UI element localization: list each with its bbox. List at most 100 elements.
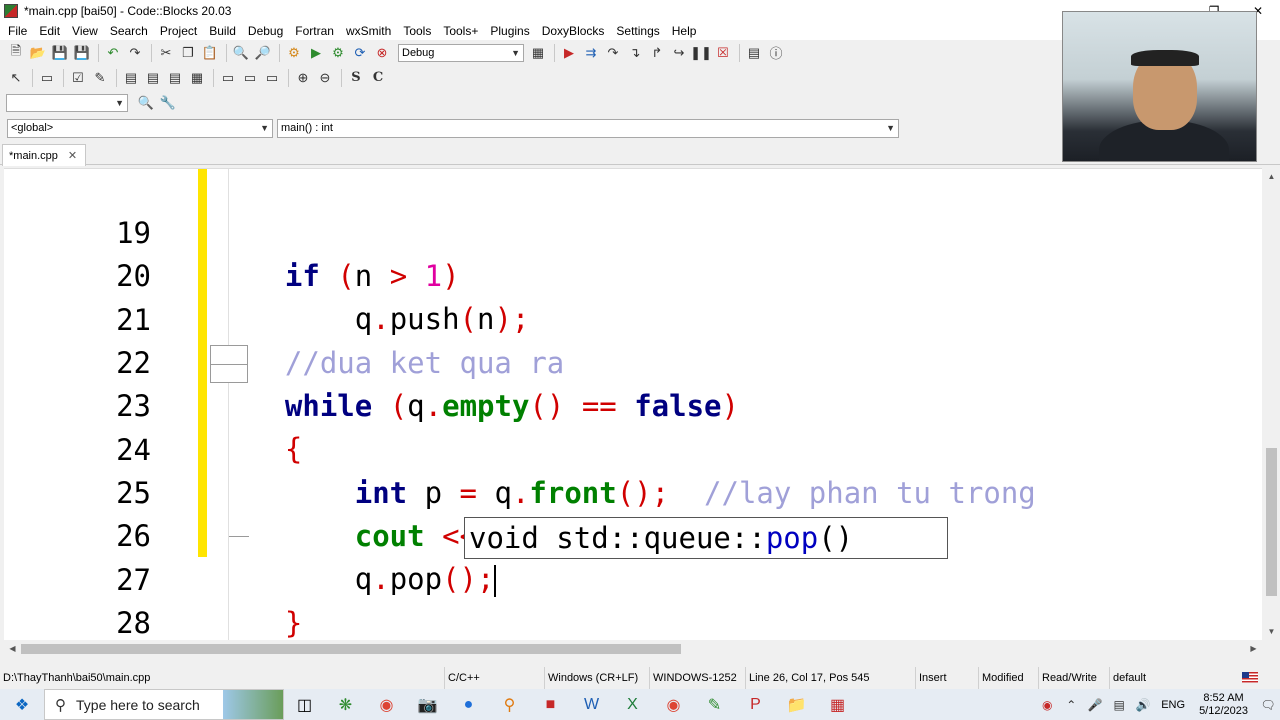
save-icon[interactable]: 💾 bbox=[50, 43, 70, 63]
tab-main-cpp[interactable]: *main.cpp ✕ bbox=[2, 144, 86, 166]
search-go-icon[interactable]: 🔍 bbox=[136, 93, 156, 113]
scroll-left-icon[interactable]: ◀ bbox=[4, 640, 21, 657]
close-icon[interactable]: ✕ bbox=[68, 149, 77, 162]
search-app-icon[interactable]: ⚲ bbox=[489, 689, 530, 720]
notifications-icon[interactable]: 🗨 bbox=[1256, 689, 1280, 720]
cut-icon[interactable]: ✂ bbox=[156, 43, 176, 63]
powerpoint-icon[interactable]: P bbox=[735, 689, 776, 720]
menu-doxyblocks[interactable]: DoxyBlocks bbox=[536, 22, 611, 40]
scroll-down-icon[interactable]: ▼ bbox=[1263, 623, 1280, 640]
menu-search[interactable]: Search bbox=[104, 22, 154, 40]
record-icon[interactable]: ◉ bbox=[1035, 689, 1059, 720]
replace-icon[interactable]: 🔎 bbox=[253, 43, 273, 63]
tool-app-icon[interactable]: ❋ bbox=[325, 689, 366, 720]
paste-icon[interactable]: 📋 bbox=[200, 43, 220, 63]
camera-app-icon[interactable]: 📷 bbox=[407, 689, 448, 720]
find-icon[interactable]: 🔍 bbox=[231, 43, 251, 63]
debug-info-icon[interactable]: ⓘ bbox=[766, 43, 786, 63]
border-icon[interactable]: ▭ bbox=[262, 68, 282, 88]
red-app-icon[interactable]: ■ bbox=[530, 689, 571, 720]
menu-tools[interactable]: Tools bbox=[397, 22, 437, 40]
menu-project[interactable]: Project bbox=[154, 22, 203, 40]
menu-tools-plus[interactable]: Tools+ bbox=[437, 22, 484, 40]
excel-icon[interactable]: X bbox=[612, 689, 653, 720]
network-icon[interactable]: ▤ bbox=[1107, 689, 1131, 720]
taskbar-clock[interactable]: 8:52 AM 5/12/2023 bbox=[1191, 692, 1256, 718]
pointer-icon[interactable]: ↖ bbox=[6, 68, 26, 88]
status-encoding: WINDOWS-1252 bbox=[649, 667, 744, 689]
next-line-icon[interactable]: ↷ bbox=[603, 43, 623, 63]
code-search-select[interactable]: ▼ bbox=[6, 93, 128, 112]
menu-file[interactable]: File bbox=[2, 22, 33, 40]
spacer-icon[interactable]: ▭ bbox=[240, 68, 260, 88]
rebuild-icon[interactable]: ⟳ bbox=[350, 43, 370, 63]
panel-icon[interactable]: ▭ bbox=[218, 68, 238, 88]
zoom-out-icon[interactable]: ⊖ bbox=[315, 68, 335, 88]
horizontal-scroll-thumb[interactable] bbox=[21, 644, 681, 654]
word-icon[interactable]: W bbox=[571, 689, 612, 720]
code-editor[interactable]: 19 if (n > 1) 20 q.push(n); 21 //dua ket… bbox=[4, 168, 1262, 640]
vertical-scroll-thumb[interactable] bbox=[1266, 448, 1277, 596]
notepad-plus-icon[interactable]: ✎ bbox=[694, 689, 735, 720]
target-options-icon[interactable]: ▦ bbox=[528, 43, 548, 63]
codeblocks-taskbar-icon[interactable]: ▦ bbox=[817, 689, 858, 720]
sizer-icon[interactable]: ▤ bbox=[121, 68, 141, 88]
run-icon[interactable]: ▶ bbox=[306, 43, 326, 63]
build-gear-icon[interactable]: ⚙ bbox=[284, 43, 304, 63]
build-target-select[interactable]: Debug ▼ bbox=[398, 43, 524, 62]
input-language[interactable]: ENG bbox=[1155, 699, 1191, 711]
box-sizer-icon[interactable]: ▤ bbox=[143, 68, 163, 88]
vertical-scrollbar[interactable]: ▲ ▼ bbox=[1263, 168, 1280, 640]
undo-icon[interactable]: ↶ bbox=[103, 43, 123, 63]
stop-debug-icon[interactable]: ☒ bbox=[713, 43, 733, 63]
chrome-icon[interactable]: ◉ bbox=[366, 689, 407, 720]
copy-icon[interactable]: ❐ bbox=[178, 43, 198, 63]
flex-sizer-icon[interactable]: ▦ bbox=[187, 68, 207, 88]
abort-icon[interactable]: ⊗ bbox=[372, 43, 392, 63]
menu-plugins[interactable]: Plugins bbox=[484, 22, 535, 40]
debug-start-icon[interactable]: ▶ bbox=[559, 43, 579, 63]
horizontal-scrollbar[interactable]: ◀ ▶ bbox=[4, 640, 1262, 657]
run-to-cursor-icon[interactable]: ⇉ bbox=[581, 43, 601, 63]
redo-icon[interactable]: ↷ bbox=[125, 43, 145, 63]
status-read-write: Read/Write bbox=[1038, 667, 1109, 689]
s-icon[interactable]: S bbox=[346, 68, 366, 88]
zalo-icon[interactable]: ● bbox=[448, 689, 489, 720]
c-icon[interactable]: C bbox=[368, 68, 388, 88]
chevron-up-icon[interactable]: ⌃ bbox=[1059, 689, 1083, 720]
menu-build[interactable]: Build bbox=[203, 22, 242, 40]
next-instruction-icon[interactable]: ↪ bbox=[669, 43, 689, 63]
pause-icon[interactable]: ❚❚ bbox=[690, 43, 712, 63]
menu-debug[interactable]: Debug bbox=[242, 22, 289, 40]
scroll-up-icon[interactable]: ▲ bbox=[1263, 168, 1280, 185]
file-explorer-icon[interactable]: 📁 bbox=[776, 689, 817, 720]
menu-wxsmith[interactable]: wxSmith bbox=[340, 22, 397, 40]
chrome-profile-icon[interactable]: ◉ bbox=[653, 689, 694, 720]
menu-help[interactable]: Help bbox=[666, 22, 703, 40]
menu-edit[interactable]: Edit bbox=[33, 22, 66, 40]
taskbar-search-box[interactable]: ⚲ Type here to search bbox=[44, 689, 284, 720]
namespace-select[interactable]: <global> ▼ bbox=[7, 118, 273, 138]
build-and-run-icon[interactable]: ⚙ bbox=[328, 43, 348, 63]
step-out-icon[interactable]: ↱ bbox=[647, 43, 667, 63]
frame-icon[interactable]: ▭ bbox=[37, 68, 57, 88]
task-view-icon[interactable]: ◫ bbox=[284, 689, 325, 720]
step-into-icon[interactable]: ↴ bbox=[625, 43, 645, 63]
edit-widget-icon[interactable]: ✎ bbox=[90, 68, 110, 88]
menu-fortran[interactable]: Fortran bbox=[289, 22, 340, 40]
grid-sizer-icon[interactable]: ▤ bbox=[165, 68, 185, 88]
windows-start-icon[interactable]: ❖ bbox=[0, 689, 44, 720]
save-all-icon[interactable]: 💾 bbox=[72, 43, 92, 63]
volume-icon[interactable]: 🔊 bbox=[1131, 689, 1155, 720]
open-folder-icon[interactable]: 📂 bbox=[28, 43, 48, 63]
checkbox-widget-icon[interactable]: ☑ bbox=[68, 68, 88, 88]
zoom-in-icon[interactable]: ⊕ bbox=[293, 68, 313, 88]
microphone-icon[interactable]: 🎤 bbox=[1083, 689, 1107, 720]
search-options-icon[interactable]: 🔧 bbox=[158, 93, 178, 113]
debug-windows-icon[interactable]: ▤ bbox=[744, 43, 764, 63]
scroll-right-icon[interactable]: ▶ bbox=[1245, 640, 1262, 657]
new-file-icon[interactable]: 🗎 bbox=[6, 43, 26, 63]
menu-view[interactable]: View bbox=[66, 22, 104, 40]
function-select[interactable]: main() : int ▼ bbox=[277, 118, 899, 138]
menu-settings[interactable]: Settings bbox=[610, 22, 665, 40]
